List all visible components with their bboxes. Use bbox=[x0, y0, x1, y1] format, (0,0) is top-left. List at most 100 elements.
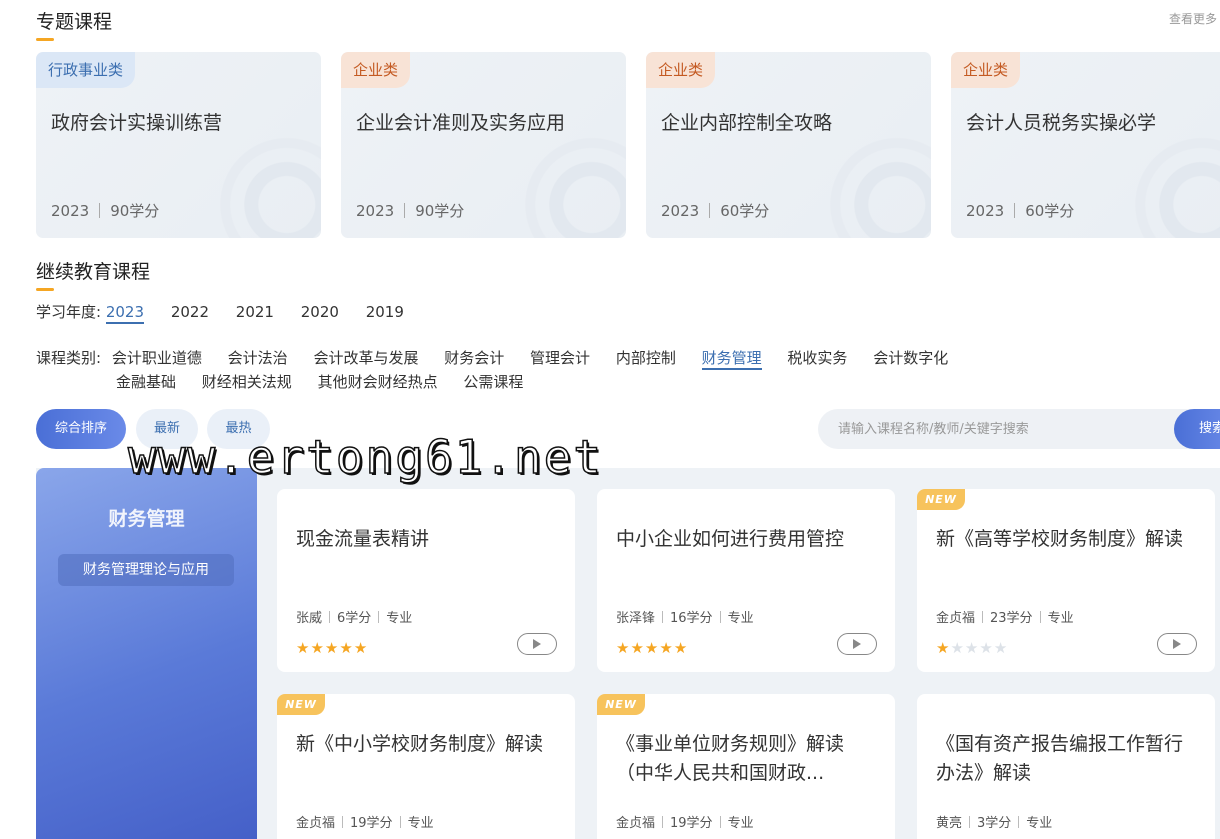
topic-credits: 90学分 bbox=[110, 202, 160, 220]
course-title: 现金流量表精讲 bbox=[296, 528, 430, 550]
course-card[interactable]: NEW 新《中小学校财务制度》解读 金贞福 19学分 专业 bbox=[277, 694, 575, 839]
course-teacher: 黄亮 bbox=[936, 816, 963, 831]
topic-card[interactable]: 行政事业类 政府会计实操训练营 2023 90学分 bbox=[36, 52, 321, 238]
topic-tag: 企业类 bbox=[646, 52, 716, 88]
star-icon: ★ bbox=[964, 639, 980, 657]
course-credits: 16学分 bbox=[670, 611, 713, 626]
star-icon: ★ bbox=[353, 639, 369, 657]
category-option[interactable]: 其他财会财经热点 bbox=[318, 371, 438, 392]
topic-tag: 行政事业类 bbox=[36, 52, 136, 88]
category-option[interactable]: 管理会计 bbox=[530, 347, 590, 368]
title-accent-bar bbox=[36, 38, 54, 41]
course-type: 专业 bbox=[407, 816, 434, 831]
watermark-text: www.ertong61.net bbox=[127, 429, 604, 485]
topics-section-title: 专题课程 bbox=[36, 7, 113, 41]
category-option[interactable]: 内部控制 bbox=[616, 347, 676, 368]
category-option[interactable]: 税收实务 bbox=[787, 347, 847, 368]
year-option-2023[interactable]: 2023 bbox=[105, 303, 145, 324]
course-card[interactable]: NEW 新《高等学校财务制度》解读 金贞福 23学分 专业 ★★★★★ bbox=[917, 489, 1215, 672]
side-panel-subtitle[interactable]: 财务管理理论与应用 bbox=[58, 554, 234, 586]
course-teacher: 张威 bbox=[296, 611, 323, 626]
title-accent-bar bbox=[36, 288, 54, 291]
course-meta: 张泽锋 16学分 专业 bbox=[616, 607, 754, 626]
new-badge: NEW bbox=[277, 694, 325, 715]
course-teacher: 金贞福 bbox=[936, 611, 976, 626]
topic-credits: 60学分 bbox=[1025, 202, 1075, 220]
category-filter-row2: 金融基础 财经相关法规 其他财会财经热点 公需课程 bbox=[116, 371, 544, 392]
topic-meta: 2023 90学分 bbox=[356, 200, 464, 221]
topic-card[interactable]: 企业类 企业内部控制全攻略 2023 60学分 bbox=[646, 52, 931, 238]
course-credits: 6学分 bbox=[337, 611, 372, 626]
search-box bbox=[818, 409, 1220, 449]
year-filter: 学习年度: 2023 2022 2021 2020 2019 bbox=[36, 301, 426, 324]
topic-tag: 企业类 bbox=[951, 52, 1021, 88]
category-option[interactable]: 财经相关法规 bbox=[202, 371, 292, 392]
course-credits: 3学分 bbox=[977, 816, 1012, 831]
course-type: 专业 bbox=[727, 816, 754, 831]
view-more-link[interactable]: 查看更多 bbox=[1169, 10, 1217, 27]
year-option-2019[interactable]: 2019 bbox=[366, 303, 404, 321]
star-icon: ★ bbox=[296, 639, 311, 657]
play-icon[interactable] bbox=[1157, 633, 1197, 655]
sort-comprehensive-button[interactable]: 综合排序 bbox=[36, 409, 126, 449]
star-icon: ★ bbox=[673, 639, 689, 657]
star-icon: ★ bbox=[950, 639, 965, 657]
category-option[interactable]: 会计改革与发展 bbox=[313, 347, 418, 368]
course-credits: 19学分 bbox=[350, 816, 393, 831]
course-card[interactable]: 现金流量表精讲 张威 6学分 专业 ★★★★★ bbox=[277, 489, 575, 672]
side-panel-title: 财务管理 bbox=[108, 508, 185, 530]
year-option-2022[interactable]: 2022 bbox=[171, 303, 209, 321]
new-badge: NEW bbox=[917, 489, 965, 510]
topic-year: 2023 bbox=[356, 202, 395, 220]
course-card[interactable]: NEW 《事业单位财务规则》解读（中华人民共和国财政... 金贞福 19学分 专业 bbox=[597, 694, 895, 839]
topic-card-row: 行政事业类 政府会计实操训练营 2023 90学分 企业类 企业会计准则及实务应用… bbox=[36, 52, 1220, 238]
category-option[interactable]: 会计职业道德 bbox=[112, 347, 202, 368]
topic-name: 会计人员税务实操必学 bbox=[966, 112, 1157, 134]
course-meta: 金贞福 23学分 专业 bbox=[936, 607, 1074, 626]
star-icon: ★ bbox=[310, 639, 325, 657]
year-option-2021[interactable]: 2021 bbox=[236, 303, 274, 321]
topic-credits: 90学分 bbox=[415, 202, 465, 220]
topic-card[interactable]: 企业类 企业会计准则及实务应用 2023 90学分 bbox=[341, 52, 626, 238]
course-title: 新《高等学校财务制度》解读 bbox=[936, 528, 1184, 550]
category-option[interactable]: 财务会计 bbox=[444, 347, 504, 368]
course-teacher: 金贞福 bbox=[616, 816, 656, 831]
search-button[interactable]: 搜索 bbox=[1174, 409, 1220, 449]
course-meta: 张威 6学分 专业 bbox=[296, 607, 412, 626]
course-type: 专业 bbox=[386, 611, 413, 626]
category-option[interactable]: 会计数字化 bbox=[873, 347, 948, 368]
search-input[interactable] bbox=[838, 409, 1168, 449]
category-option[interactable]: 会计法治 bbox=[228, 347, 288, 368]
topic-tag: 企业类 bbox=[341, 52, 411, 88]
course-title: 《国有资产报告编报工作暂行办法》解读 bbox=[936, 733, 1184, 784]
star-icon: ★ bbox=[616, 639, 631, 657]
topic-name: 企业会计准则及实务应用 bbox=[356, 112, 566, 134]
category-filter-label: 课程类别: bbox=[36, 349, 102, 367]
topic-card[interactable]: 企业类 会计人员税务实操必学 2023 60学分 bbox=[951, 52, 1220, 238]
course-credits: 19学分 bbox=[670, 816, 713, 831]
star-icon: ★ bbox=[644, 639, 660, 657]
topic-year: 2023 bbox=[966, 202, 1005, 220]
category-option-active[interactable]: 财务管理 bbox=[701, 347, 762, 370]
course-title: 《事业单位财务规则》解读（中华人民共和国财政... bbox=[616, 733, 845, 784]
course-card[interactable]: 《国有资产报告编报工作暂行办法》解读 黄亮 3学分 专业 bbox=[917, 694, 1215, 839]
new-badge: NEW bbox=[597, 694, 645, 715]
course-title: 中小企业如何进行费用管控 bbox=[616, 528, 845, 550]
course-type: 专业 bbox=[1047, 611, 1074, 626]
course-card[interactable]: 中小企业如何进行费用管控 张泽锋 16学分 专业 ★★★★★ bbox=[597, 489, 895, 672]
category-option[interactable]: 金融基础 bbox=[116, 371, 176, 392]
course-meta: 金贞福 19学分 专业 bbox=[296, 812, 434, 831]
category-option[interactable]: 公需课程 bbox=[463, 371, 523, 392]
play-icon[interactable] bbox=[837, 633, 877, 655]
play-icon[interactable] bbox=[517, 633, 557, 655]
year-option-2020[interactable]: 2020 bbox=[301, 303, 339, 321]
course-teacher: 金贞福 bbox=[296, 816, 336, 831]
course-type: 专业 bbox=[727, 611, 754, 626]
star-icon: ★ bbox=[936, 639, 951, 657]
topics-title-text: 专题课程 bbox=[36, 11, 113, 33]
topic-name: 企业内部控制全攻略 bbox=[661, 112, 833, 134]
topic-year: 2023 bbox=[661, 202, 700, 220]
year-filter-label: 学习年度: bbox=[36, 303, 102, 321]
course-meta: 金贞福 19学分 专业 bbox=[616, 812, 754, 831]
course-title: 新《中小学校财务制度》解读 bbox=[296, 733, 544, 755]
